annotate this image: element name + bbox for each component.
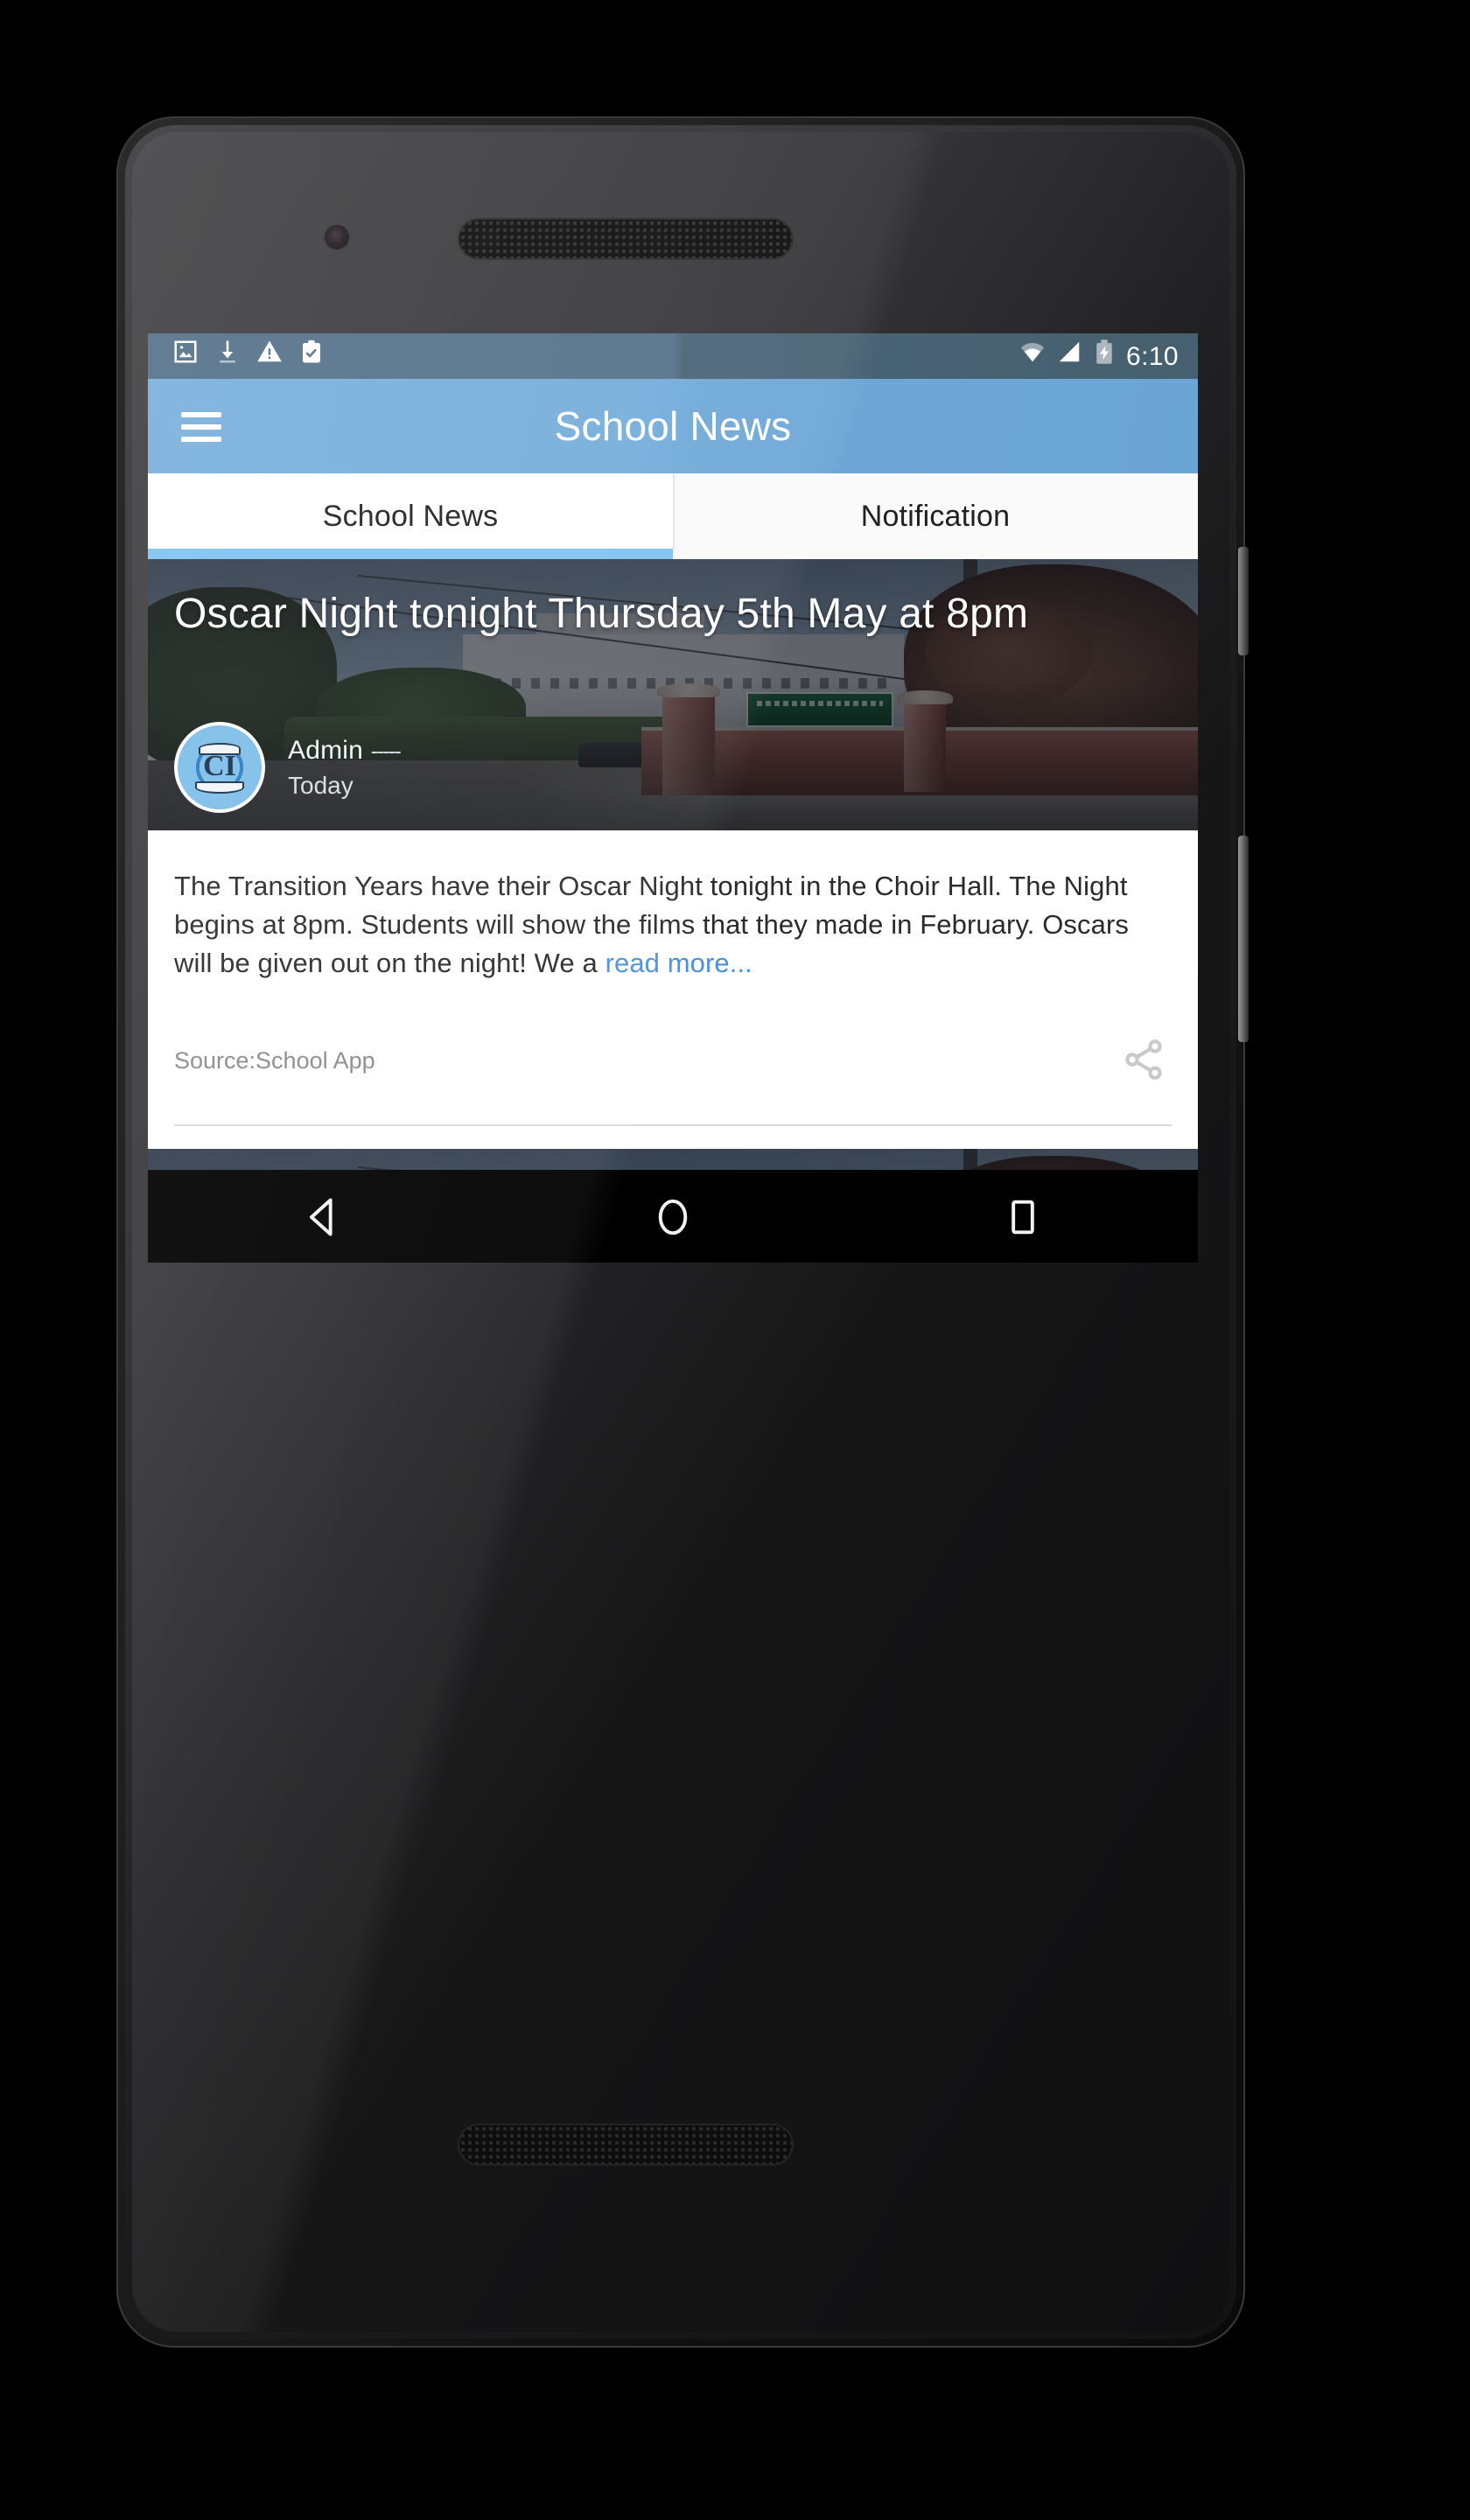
hamburger-menu-icon[interactable] [181,411,221,441]
back-button[interactable] [270,1181,375,1251]
tab-notification[interactable]: Notification [673,473,1198,559]
front-camera [325,225,349,249]
news-source: Source:School App [174,1046,375,1074]
app-bar: School News [148,379,1198,473]
tab-bar: School News Notification [148,473,1198,563]
read-more-link[interactable]: read more... [606,950,752,980]
school-crest-icon: CI [193,741,246,794]
crest-initials: CI [203,748,236,782]
screenshot-root: 6:10 School News School News Notificatio… [0,0,1470,2520]
news-card[interactable]: Class 2 Amber make presentation to 'Make… [148,1149,1198,1170]
battery-charging-icon [1093,339,1116,374]
news-card-body: The Transition Years have their Oscar Ni… [148,830,1198,1127]
news-author-dashes: ----- [370,738,402,764]
tab-school-news[interactable]: School News [148,473,673,559]
power-button[interactable] [1238,547,1249,655]
download-icon [214,339,241,374]
news-hero-content: Oscar Night tonight Thursday 5th May at … [148,559,1198,830]
recents-button[interactable] [970,1181,1075,1251]
news-card-gap [148,1126,1198,1150]
status-bar: 6:10 [148,333,1198,379]
volume-button[interactable] [1238,836,1249,1042]
tab-active-indicator [148,549,673,559]
status-bar-right-icons: 6:10 [1019,339,1198,374]
android-nav-bar [148,1170,1198,1263]
cellular-signal-icon [1056,339,1082,374]
bottom-speaker [459,2125,792,2164]
screenshot-icon [172,339,199,374]
tab-notification-label: Notification [860,499,1011,532]
news-hero-content: Class 2 Amber make presentation to 'Make… [148,1150,1198,1170]
news-title: Oscar Night tonight Thursday 5th May at … [174,591,1029,638]
warning-icon [256,339,283,374]
news-body-text: The Transition Years have their Oscar Ni… [174,869,1172,985]
news-card-hero[interactable]: Oscar Night tonight Thursday 5th May at … [148,559,1198,830]
phone-screen: 6:10 School News School News Notificatio… [148,333,1198,1263]
phone-device: 6:10 School News School News Notificatio… [116,116,1249,2348]
share-icon[interactable] [1116,1032,1172,1088]
news-list[interactable]: Oscar Night tonight Thursday 5th May at … [148,559,1198,1170]
news-card-footer: Source:School App [174,985,1172,1088]
wifi-icon [1019,339,1046,374]
page-title: School News [554,402,792,448]
news-date: Today [288,771,354,799]
news-author-name: Admin [288,736,364,766]
status-bar-left-icons [148,339,325,374]
news-meta-text: Admin ----- Today [288,736,402,799]
tab-school-news-label: School News [322,499,499,532]
earpiece-speaker [459,220,792,258]
clipboard-check-icon [298,339,325,374]
avatar: CI [174,722,265,813]
news-meta: CI Admin ----- Today [174,722,402,813]
news-card[interactable]: Oscar Night tonight Thursday 5th May at … [148,559,1198,1150]
news-author: Admin ----- [288,736,402,766]
tab-divider [673,473,675,549]
status-bar-clock: 6:10 [1126,341,1179,371]
news-card-hero[interactable]: Class 2 Amber make presentation to 'Make… [148,1149,1198,1170]
home-button[interactable] [620,1181,725,1251]
